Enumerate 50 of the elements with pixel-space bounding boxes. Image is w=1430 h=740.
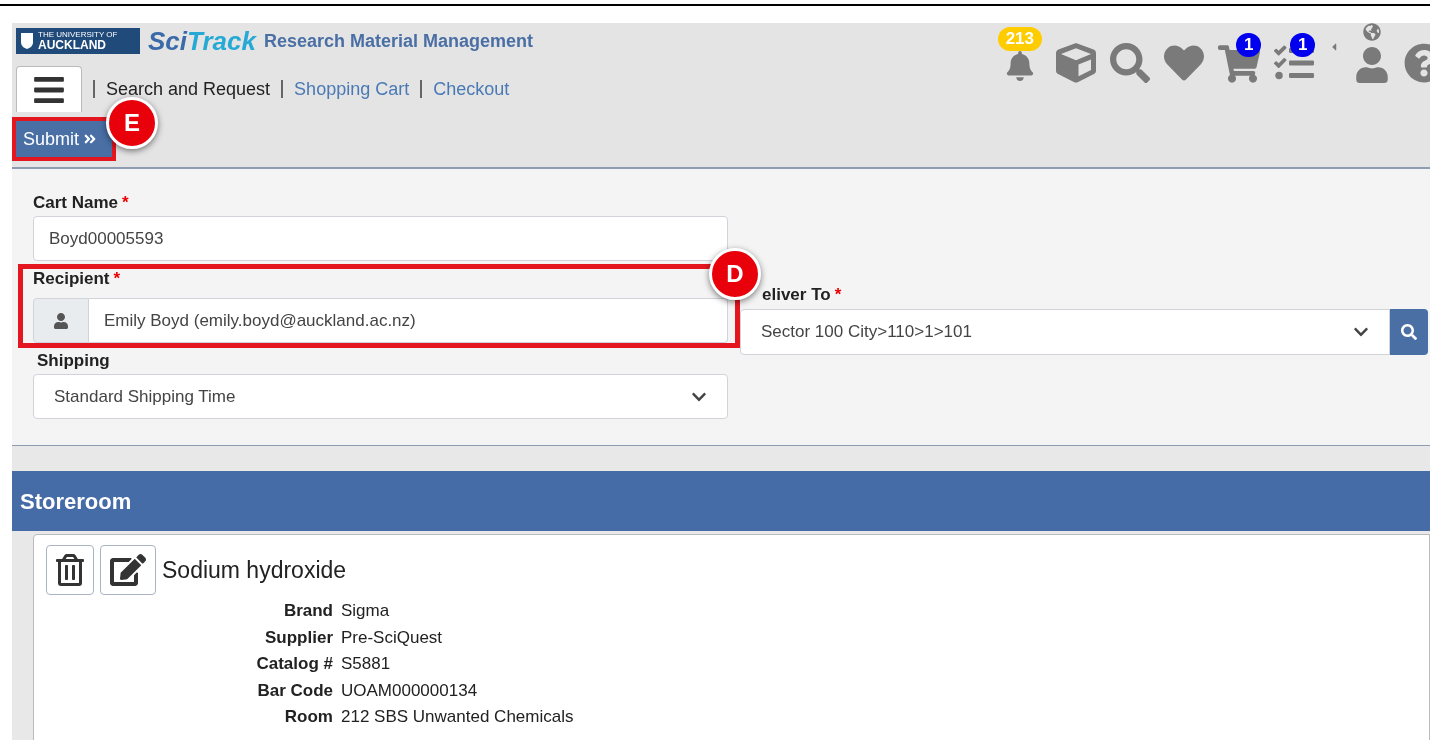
app-name: SciTrack [148, 27, 256, 54]
globe-icon[interactable] [1363, 23, 1381, 41]
app-subtitle: Research Material Management [263, 30, 534, 53]
search-icon[interactable] [1110, 43, 1150, 83]
edit-icon [110, 552, 146, 588]
double-chevron-icon [83, 132, 98, 146]
submit-button[interactable]: Submit [16, 121, 112, 157]
person-icon [53, 312, 69, 329]
detail-value: Pre-SciQuest [341, 626, 444, 649]
search-button[interactable] [1390, 309, 1428, 355]
tasks-count: 1 [1290, 33, 1316, 57]
item-name: Sodium hydroxide [162, 555, 347, 585]
detail-label: Supplier [264, 626, 333, 649]
cart-name-field[interactable]: Boyd00005593 [33, 216, 728, 261]
nav-link[interactable]: Shopping Cart [294, 75, 410, 103]
logo-caption: THE UNIVERSITY OF [38, 30, 118, 39]
menu-button[interactable] [16, 66, 82, 112]
bell-icon[interactable] [1004, 51, 1035, 81]
crest-icon [20, 31, 34, 50]
delete-button[interactable] [46, 545, 94, 595]
user-icon[interactable] [1354, 47, 1390, 83]
field-label: Recipient [33, 268, 110, 291]
field-label: Cart Name [33, 192, 119, 215]
detail-label: Room [283, 706, 333, 728]
storeroom-header: Storeroom [12, 471, 1430, 531]
shipping-select[interactable]: Standard Shipping Time [33, 374, 728, 419]
callout-marker: D [709, 248, 761, 300]
detail-label: Bar Code [256, 679, 333, 702]
edit-button[interactable] [100, 545, 156, 595]
cube-icon[interactable] [1056, 43, 1096, 83]
detail-value: 212 SBS Unwanted Chemicals [341, 706, 575, 728]
cart-count: 1 [1236, 33, 1262, 57]
detail-value: S5881 [341, 653, 392, 675]
logo-wordmark: AUCKLAND [38, 38, 107, 51]
recipient-field[interactable]: Emily Boyd (emily.boyd@auckland.ac.nz) [89, 298, 728, 343]
detail-value: Sigma [341, 600, 391, 622]
required-mark: * [834, 284, 842, 307]
required-mark: * [122, 192, 129, 215]
detail-value: UOAM000000134 [341, 679, 479, 702]
field-label: Shipping [37, 350, 110, 373]
notification-count: 213 [997, 27, 1042, 51]
trash-icon [54, 554, 86, 586]
heart-icon[interactable] [1164, 43, 1204, 83]
search-icon [1401, 324, 1417, 340]
detail-label: Catalog # [255, 653, 333, 675]
detail-label: Brand [282, 600, 333, 622]
deliver-to-select[interactable]: Sector 100 City>110>1>101 [740, 309, 1390, 355]
callout-marker: E [106, 97, 158, 149]
required-mark: * [113, 268, 121, 291]
field-label: eliver To [762, 284, 831, 307]
